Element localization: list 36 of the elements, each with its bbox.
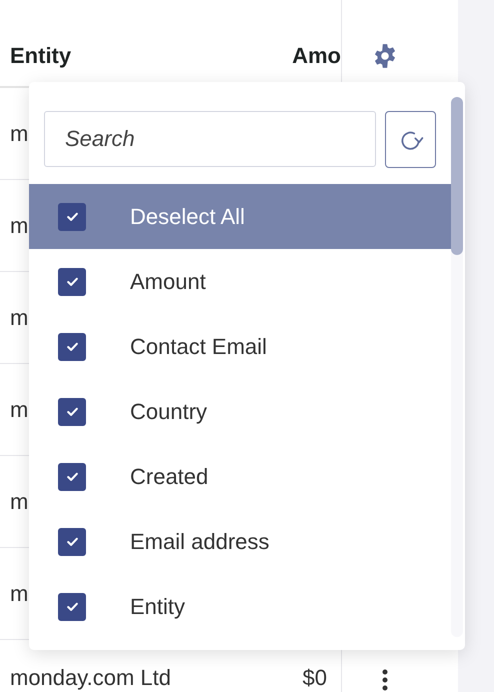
check-icon <box>66 340 78 353</box>
scrollbar[interactable] <box>451 97 463 637</box>
check-icon <box>66 275 78 288</box>
table-cell: m <box>10 396 28 422</box>
table-cell: monday.com Ltd <box>10 665 172 691</box>
column-option[interactable]: Country <box>29 379 452 444</box>
search-field[interactable]: Search <box>44 111 376 167</box>
settings-icon[interactable] <box>372 43 398 69</box>
check-icon <box>66 405 78 418</box>
column-header[interactable]: Amo <box>292 43 341 69</box>
check-icon <box>66 535 78 548</box>
table-cell: m <box>10 212 28 238</box>
checkbox[interactable] <box>58 332 86 360</box>
column-option[interactable]: Deselect All <box>29 184 452 249</box>
checkbox[interactable] <box>58 462 86 490</box>
table-cell: m <box>10 488 28 514</box>
table-cell-text: $0 <box>302 665 328 691</box>
check-icon <box>66 600 78 613</box>
checkbox[interactable] <box>58 592 86 620</box>
more-icon[interactable] <box>382 669 388 691</box>
check-icon <box>66 470 78 483</box>
checkbox[interactable] <box>58 268 86 296</box>
column-header[interactable]: Entity <box>10 43 72 69</box>
column-option[interactable]: Created <box>29 444 452 509</box>
column-option[interactable]: Email address <box>29 509 452 574</box>
reset-button[interactable] <box>385 111 436 168</box>
table-cell: m <box>10 120 28 146</box>
table-cell: m <box>10 580 28 606</box>
check-icon <box>66 210 78 223</box>
column-option[interactable]: Contact Email <box>29 314 452 379</box>
checkbox[interactable] <box>58 398 86 426</box>
column-option[interactable]: Entity <box>29 574 452 639</box>
checkbox[interactable] <box>58 202 86 230</box>
column-option[interactable]: Amount <box>29 249 452 314</box>
table-cell: m <box>10 304 28 330</box>
checkbox[interactable] <box>58 528 86 556</box>
